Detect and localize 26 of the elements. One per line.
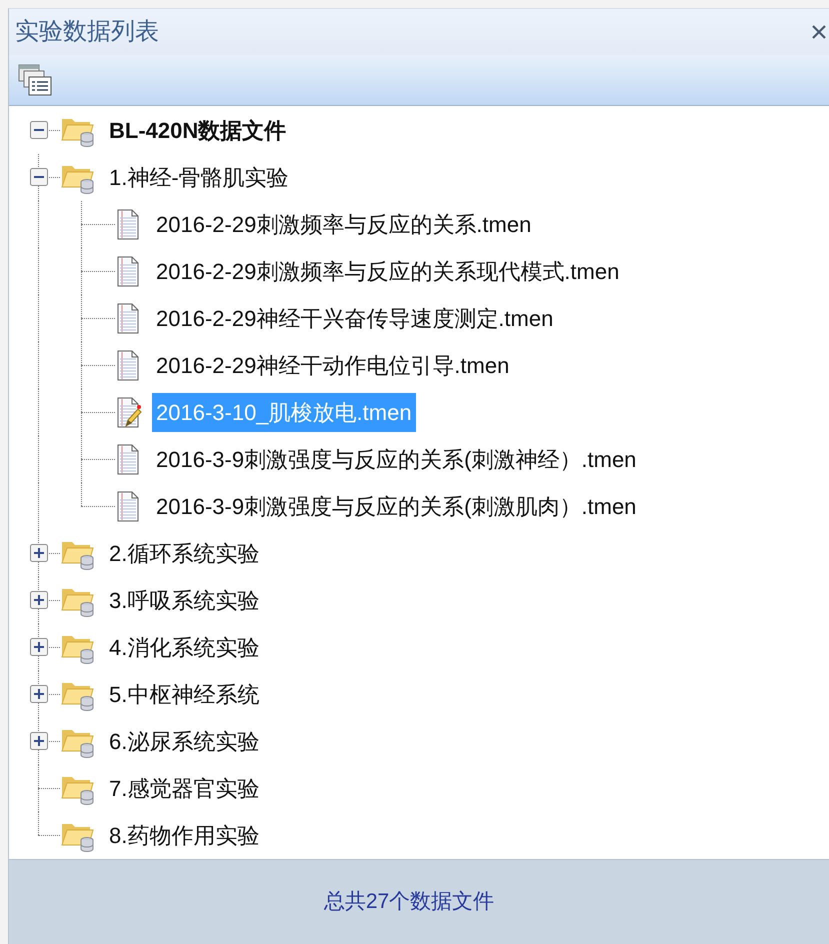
folder-item[interactable]: 1.神经-骨骼肌实验 bbox=[105, 158, 293, 198]
folder-item[interactable]: 4.消化系统实验 bbox=[105, 628, 264, 668]
folder-item[interactable]: 7.感觉器官实验 bbox=[105, 768, 264, 808]
file-item[interactable]: 2016-2-29神经干兴奋传导速度测定.tmen bbox=[152, 298, 558, 338]
status-text: 总共27个数据文件 bbox=[324, 889, 494, 916]
file-item[interactable]: 2016-2-29刺激频率与反应的关系现代模式.tmen bbox=[152, 252, 624, 292]
expand-toggle[interactable] bbox=[30, 732, 48, 750]
expand-toggle[interactable] bbox=[30, 638, 48, 656]
expand-toggle[interactable] bbox=[30, 591, 48, 610]
panel-title: 实验数据列表 bbox=[15, 17, 159, 48]
expand-toggle[interactable] bbox=[30, 685, 48, 704]
file-item[interactable]: 2016-2-29刺激频率与反应的关系.tmen bbox=[152, 204, 536, 244]
file-item[interactable]: 2016-3-9刺激强度与反应的关系(刺激肌肉）.tmen bbox=[152, 486, 640, 526]
file-item[interactable]: 2016-2-29神经干动作电位引导.tmen bbox=[152, 346, 514, 386]
folder-item[interactable]: 6.泌尿系统实验 bbox=[105, 722, 264, 762]
folder-item[interactable]: 5.中枢神经系统 bbox=[105, 674, 264, 714]
collapse-toggle[interactable] bbox=[30, 168, 48, 186]
file-item[interactable]: 2016-3-9刺激强度与反应的关系(刺激神经）.tmen bbox=[152, 440, 640, 480]
folder-item[interactable]: 3.呼吸系统实验 bbox=[105, 580, 264, 620]
folder-item[interactable]: BL-420N数据文件 bbox=[105, 110, 290, 150]
collapse-toggle[interactable] bbox=[30, 121, 48, 140]
folder-item[interactable]: 8.药物作用实验 bbox=[105, 816, 264, 856]
list-view-icon[interactable] bbox=[17, 63, 53, 98]
close-icon[interactable] bbox=[811, 24, 827, 40]
folder-item[interactable]: 2.循环系统实验 bbox=[105, 534, 264, 574]
expand-toggle[interactable] bbox=[30, 544, 48, 562]
